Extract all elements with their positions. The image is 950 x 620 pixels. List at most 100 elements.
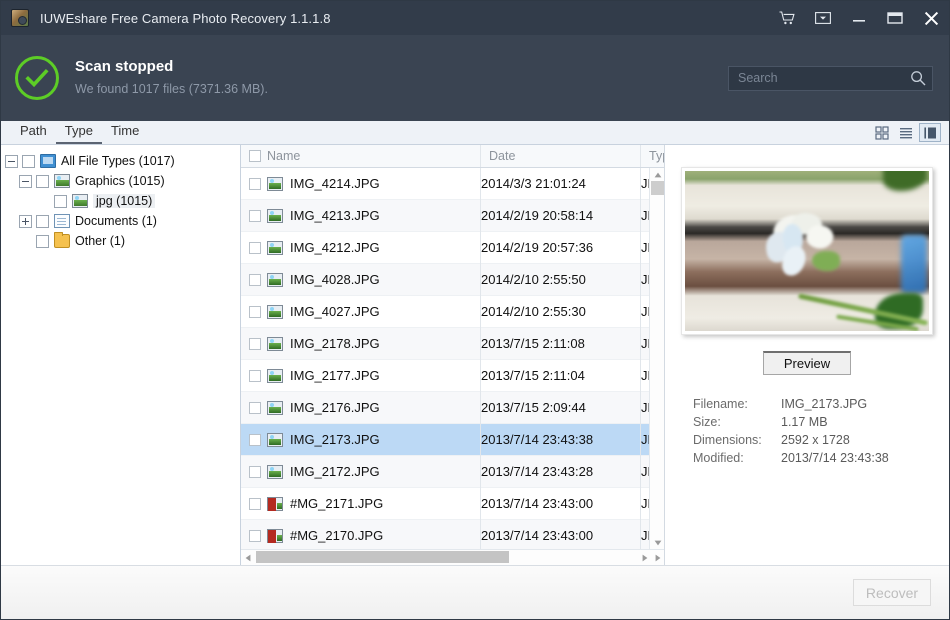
- row-checkbox[interactable]: [249, 273, 261, 286]
- column-header-date[interactable]: Date: [481, 145, 641, 167]
- close-button[interactable]: [913, 1, 949, 35]
- table-row-selected[interactable]: IMG_2173.JPG 2013/7/14 23:43:38 JPI: [241, 423, 664, 456]
- monitor-icon: [40, 154, 56, 168]
- scroll-left-icon[interactable]: [241, 550, 254, 565]
- expander-minus-icon[interactable]: [19, 174, 32, 188]
- table-row[interactable]: IMG_2177.JPG 2013/7/15 2:11:04 JPI: [241, 359, 664, 392]
- image-file-icon: [267, 304, 283, 319]
- file-date: 2014/2/10 2:55:30: [481, 304, 586, 319]
- file-date: 2013/7/14 23:43:00: [481, 496, 594, 511]
- leaf-shape: [883, 171, 927, 191]
- search-icon[interactable]: [910, 70, 926, 86]
- horizontal-scroll-thumb[interactable]: [256, 551, 510, 563]
- recover-button[interactable]: Recover: [853, 579, 931, 606]
- row-checkbox[interactable]: [249, 177, 261, 190]
- preview-panel: Preview Filename: IMG_2173.JPG Size: 1.1…: [664, 145, 949, 565]
- file-list-header: Name Date Typ: [241, 145, 669, 168]
- row-checkbox[interactable]: [249, 337, 261, 350]
- table-row[interactable]: IMG_4214.JPG 2014/3/3 21:01:24 JPI: [241, 168, 664, 200]
- tree-node-graphics[interactable]: Graphics (1015): [1, 171, 240, 191]
- horizontal-scrollbar[interactable]: [241, 549, 664, 565]
- file-date: 2013/7/15 2:11:04: [481, 368, 585, 383]
- expander-none: [19, 235, 32, 248]
- tree-checkbox[interactable]: [22, 154, 35, 168]
- metadata-row: Filename: IMG_2173.JPG: [693, 395, 933, 413]
- document-icon: [54, 214, 70, 228]
- detail-view-icon[interactable]: [919, 123, 941, 142]
- table-row[interactable]: #MG_2170.JPG 2013/7/14 23:43:00 JPI: [241, 519, 664, 549]
- table-row[interactable]: #MG_2171.JPG 2013/7/14 23:43:00 JPI: [241, 487, 664, 520]
- table-row[interactable]: IMG_2178.JPG 2013/7/15 2:11:08 JPI: [241, 327, 664, 360]
- table-row[interactable]: IMG_4028.JPG 2014/2/10 2:55:50 JPI: [241, 263, 664, 296]
- scroll-up-icon[interactable]: [650, 168, 664, 181]
- metadata-key: Filename:: [693, 397, 748, 411]
- select-all-checkbox[interactable]: [249, 150, 261, 162]
- cart-button[interactable]: [769, 1, 805, 35]
- expander-minus-icon[interactable]: [5, 154, 18, 168]
- tree-node-label: Documents (1): [75, 214, 157, 228]
- tree-node-all-file-types[interactable]: All File Types (1017): [1, 151, 240, 171]
- tree-checkbox[interactable]: [36, 174, 49, 188]
- tab-path[interactable]: Path: [11, 121, 56, 144]
- file-date: 2013/7/14 23:43:38: [481, 432, 594, 447]
- grid-view-icon[interactable]: [871, 123, 893, 142]
- search-input[interactable]: Search: [728, 65, 933, 91]
- title-bar: IUWEshare Free Camera Photo Recovery 1.1…: [1, 1, 949, 35]
- table-row[interactable]: IMG_4212.JPG 2014/2/19 20:57:36 JPI: [241, 231, 664, 264]
- horizontal-scroll-track[interactable]: [254, 550, 638, 565]
- scan-status-subtitle: We found 1017 files (7371.36 MB).: [75, 82, 268, 96]
- image-file-icon: [267, 272, 283, 287]
- table-row[interactable]: IMG_4027.JPG 2014/2/10 2:55:30 JPI: [241, 295, 664, 328]
- file-name: IMG_4028.JPG: [290, 272, 380, 287]
- column-header-label: Name: [267, 149, 301, 163]
- footer-bar: Recover: [1, 565, 949, 619]
- file-metadata: Filename: IMG_2173.JPG Size: 1.17 MB Dim…: [681, 395, 933, 467]
- table-row[interactable]: IMG_2172.JPG 2013/7/14 23:43:28 JPI: [241, 455, 664, 488]
- tree-node-other[interactable]: Other (1): [1, 231, 240, 251]
- row-checkbox[interactable]: [249, 369, 261, 382]
- scroll-down-icon[interactable]: [650, 536, 664, 549]
- search-placeholder: Search: [738, 71, 778, 85]
- table-row[interactable]: IMG_4213.JPG 2014/2/19 20:58:14 JPI: [241, 199, 664, 232]
- check-circle-icon: [15, 56, 59, 100]
- file-name: IMG_4212.JPG: [290, 240, 380, 255]
- metadata-row: Size: 1.17 MB: [693, 413, 933, 431]
- tree-checkbox[interactable]: [36, 214, 49, 228]
- tab-time[interactable]: Time: [102, 121, 148, 144]
- maximize-button[interactable]: [877, 1, 913, 35]
- preview-button[interactable]: Preview: [763, 351, 851, 375]
- tree-node-jpg[interactable]: jpg (1015): [1, 191, 240, 211]
- vertical-scrollbar[interactable]: [649, 168, 664, 549]
- tree-node-label: All File Types (1017): [61, 154, 175, 168]
- row-checkbox[interactable]: [249, 401, 261, 414]
- row-checkbox[interactable]: [249, 497, 261, 510]
- file-date: 2013/7/14 23:43:00: [481, 528, 594, 543]
- vertical-scroll-thumb[interactable]: [651, 181, 664, 195]
- tab-type[interactable]: Type: [55, 121, 102, 144]
- row-checkbox[interactable]: [249, 433, 261, 446]
- row-checkbox[interactable]: [249, 305, 261, 318]
- expander-plus-icon[interactable]: [19, 214, 32, 228]
- photo-icon: [54, 174, 70, 188]
- damaged-file-icon: [267, 528, 283, 543]
- metadata-value: 2013/7/14 23:43:38: [781, 451, 889, 465]
- tree-checkbox[interactable]: [36, 234, 49, 248]
- column-header-name[interactable]: Name: [241, 145, 481, 167]
- tree-checkbox[interactable]: [54, 194, 67, 208]
- scan-status-title: Scan stopped: [75, 58, 174, 75]
- scroll-right-end-icon[interactable]: [651, 550, 664, 565]
- row-checkbox[interactable]: [249, 529, 261, 542]
- list-view-icon[interactable]: [895, 123, 917, 142]
- dropdown-button[interactable]: [805, 1, 841, 35]
- table-row[interactable]: IMG_2176.JPG 2013/7/15 2:09:44 JPI: [241, 391, 664, 424]
- minimize-button[interactable]: [841, 1, 877, 35]
- row-checkbox[interactable]: [249, 241, 261, 254]
- file-type-tree: All File Types (1017) Graphics (1015) jp…: [1, 145, 241, 565]
- application-window: IUWEshare Free Camera Photo Recovery 1.1…: [0, 0, 950, 620]
- scroll-right-icon[interactable]: [638, 550, 651, 565]
- row-checkbox[interactable]: [249, 465, 261, 478]
- row-checkbox[interactable]: [249, 209, 261, 222]
- tree-node-documents[interactable]: Documents (1): [1, 211, 240, 231]
- file-name: IMG_2177.JPG: [290, 368, 380, 383]
- metadata-value: 1.17 MB: [781, 415, 828, 429]
